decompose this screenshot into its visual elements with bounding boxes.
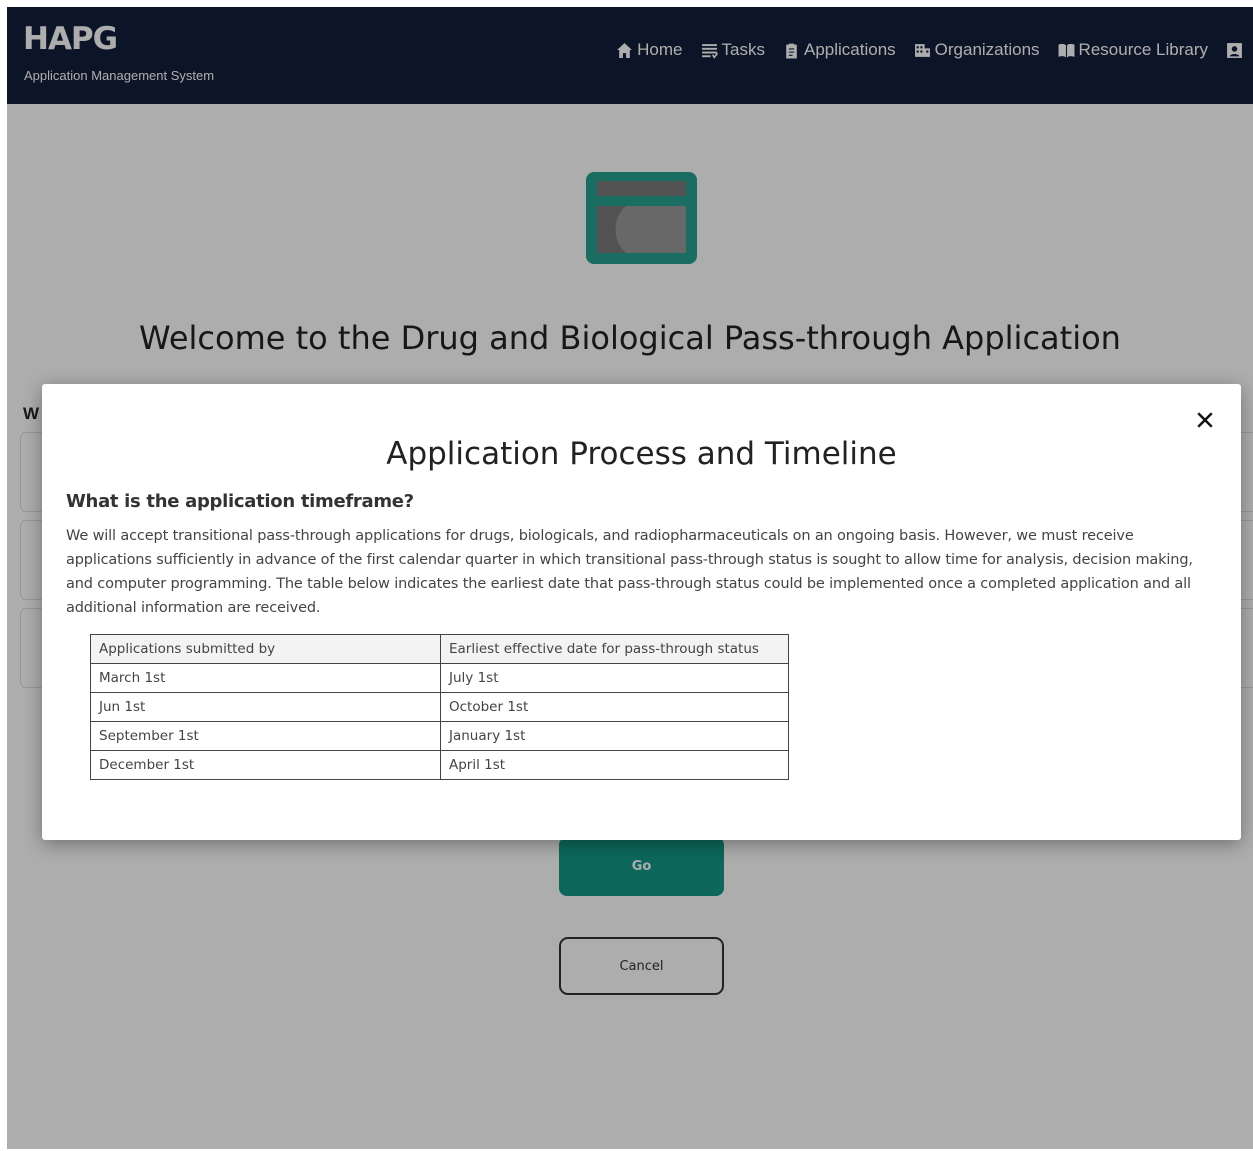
column-header: Applications submitted by xyxy=(90,634,441,664)
modal-title: Application Process and Timeline xyxy=(386,436,897,472)
table-cell: March 1st xyxy=(90,663,441,693)
table-row: December 1st April 1st xyxy=(90,750,789,780)
timeline-table: Applications submitted by Earliest effec… xyxy=(90,634,789,780)
table-cell: Jun 1st xyxy=(90,692,441,722)
modal-subtitle: What is the application timeframe? xyxy=(66,491,414,512)
table-row: March 1st July 1st xyxy=(90,663,789,693)
modal-description: We will accept transitional pass-through… xyxy=(66,528,1193,616)
table-header-row: Applications submitted by Earliest effec… xyxy=(90,634,789,664)
table-cell: July 1st xyxy=(440,663,789,693)
table-cell: September 1st xyxy=(90,721,441,751)
app-window: HAPG Application Management System Home … xyxy=(7,7,1253,1149)
timeline-modal: Application Process and Timeline What is… xyxy=(42,384,1241,840)
table-cell: January 1st xyxy=(440,721,789,751)
table-cell: December 1st xyxy=(90,750,441,780)
table-row: Jun 1st October 1st xyxy=(90,692,789,722)
close-icon xyxy=(1197,411,1213,428)
close-button[interactable] xyxy=(1193,409,1217,433)
table-row: September 1st January 1st xyxy=(90,721,789,751)
column-header: Earliest effective date for pass-through… xyxy=(440,634,789,664)
table-cell: October 1st xyxy=(440,692,789,722)
table-cell: April 1st xyxy=(440,750,789,780)
